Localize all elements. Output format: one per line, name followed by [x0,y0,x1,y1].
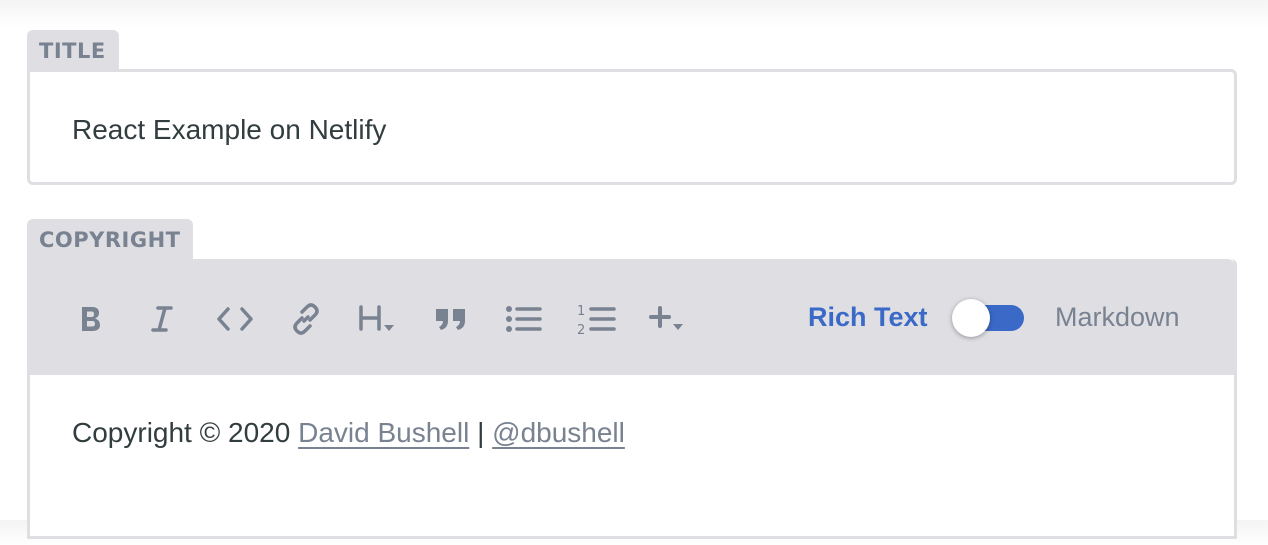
copyright-label-text: COPYRIGHT [39,228,181,252]
bulleted-list-button[interactable] [502,299,546,339]
numbered-list-button[interactable]: 1 2 [575,299,619,339]
heading-dropdown-icon [359,305,394,331]
rich-text-mode-label[interactable]: Rich Text [808,302,928,333]
editor-mode-toggle[interactable] [952,299,1026,337]
quote-icon [436,309,465,330]
copyright-field-label: COPYRIGHT [27,219,194,261]
bold-button[interactable] [69,299,113,339]
toggle-knob [952,299,990,337]
editor-toolbar: 1 2 Rich Text Markdown [30,259,1234,375]
svg-text:1: 1 [577,304,585,319]
code-button[interactable] [213,299,257,339]
link-separator: | [477,417,485,448]
copyright-editor: 1 2 Rich Text Markdown Copyright © 2020 … [27,259,1237,539]
title-input[interactable] [72,114,1172,146]
bulleted-list-icon [506,306,542,332]
title-field[interactable] [27,69,1237,185]
italic-icon [151,306,173,332]
link-button[interactable] [284,299,328,339]
add-block-button[interactable] [647,299,691,339]
copyright-prefix: Copyright © 2020 [72,417,291,448]
title-label-text: TITLE [39,39,106,63]
heading-button[interactable] [356,299,400,339]
plus-dropdown-icon [649,306,683,330]
dbushell-link[interactable]: @dbushell [492,417,625,448]
italic-button[interactable] [140,299,184,339]
link-icon [293,303,319,335]
code-icon [217,307,253,331]
quote-button[interactable] [429,299,473,339]
david-bushell-link[interactable]: David Bushell [298,417,469,448]
title-field-label: TITLE [27,30,119,70]
copyright-paragraph[interactable]: Copyright © 2020 David Bushell | @dbushe… [72,417,625,449]
bold-icon [82,307,100,331]
numbered-list-icon: 1 2 [577,304,616,336]
svg-text:2: 2 [577,323,585,336]
markdown-mode-label[interactable]: Markdown [1055,302,1180,333]
